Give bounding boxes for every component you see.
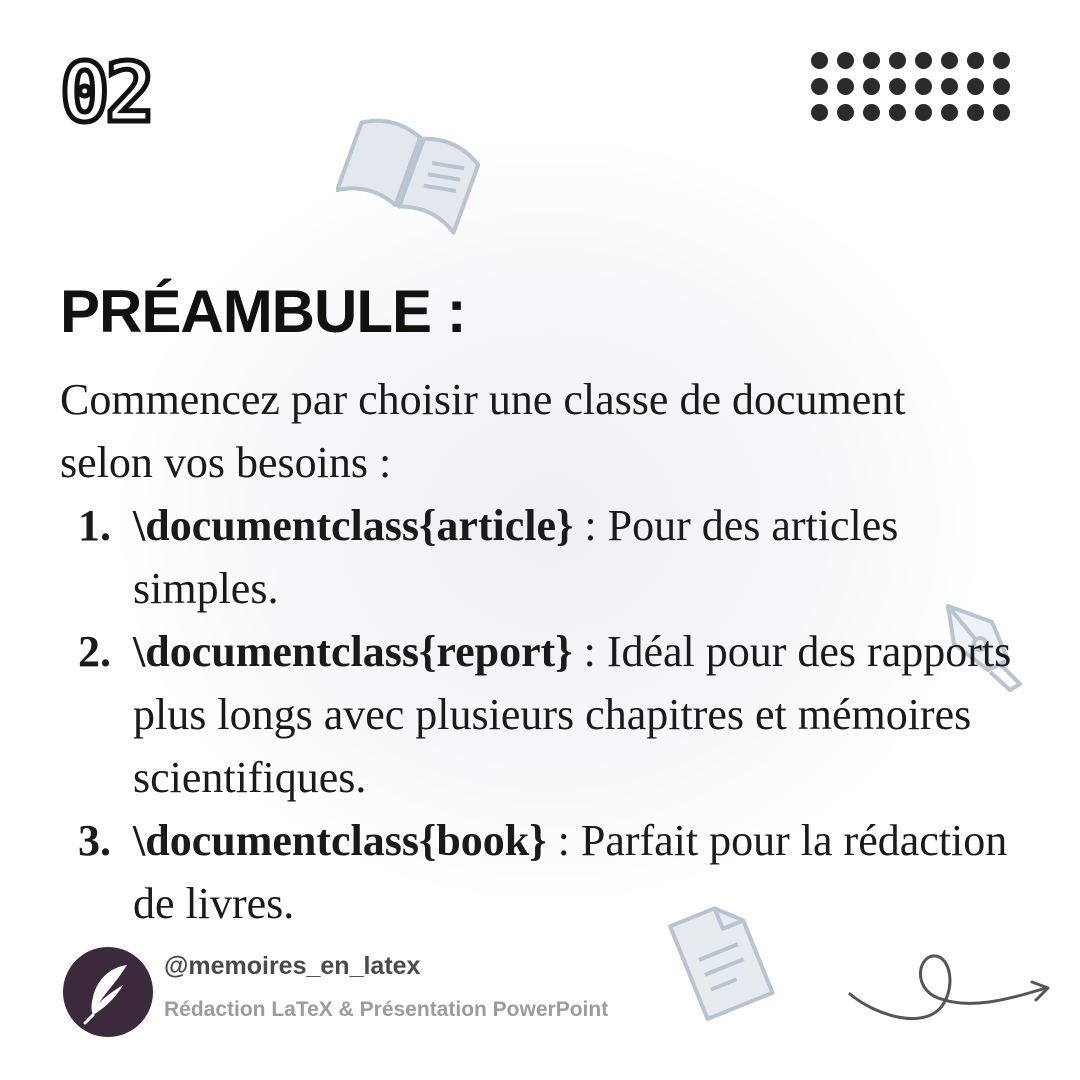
list-number: 1.: [78, 501, 111, 550]
avatar[interactable]: [63, 947, 153, 1037]
code-command: \documentclass{book}: [133, 816, 547, 865]
open-book-icon: [336, 118, 481, 235]
documentclass-list: 1. \documentclass{article} : Pour des art…: [60, 494, 1020, 935]
section-title: PRÉAMBULE :: [60, 278, 467, 345]
account-handle[interactable]: @memoires_en_latex: [164, 952, 420, 981]
intro-text: Commencez par choisir une classe de docu…: [60, 375, 906, 487]
list-item: 2. \documentclass{report} : Idéal pour de…: [60, 620, 1020, 809]
list-number: 2.: [78, 627, 111, 676]
feather-quill-icon: [83, 965, 127, 1025]
list-item: 1. \documentclass{article} : Pour des art…: [60, 494, 1020, 620]
dot-grid: [811, 52, 1021, 121]
code-command: \documentclass{report}: [133, 627, 573, 676]
account-tagline: Rédaction LaTeX & Présentation PowerPoin…: [164, 998, 609, 1021]
slide-number: 02: [58, 46, 158, 141]
swirl-arrow-icon: [848, 954, 1050, 1021]
list-number: 3.: [78, 816, 111, 865]
list-item: 3. \documentclass{book} : Parfait pour la…: [60, 809, 1020, 935]
code-command: \documentclass{article}: [133, 501, 574, 550]
